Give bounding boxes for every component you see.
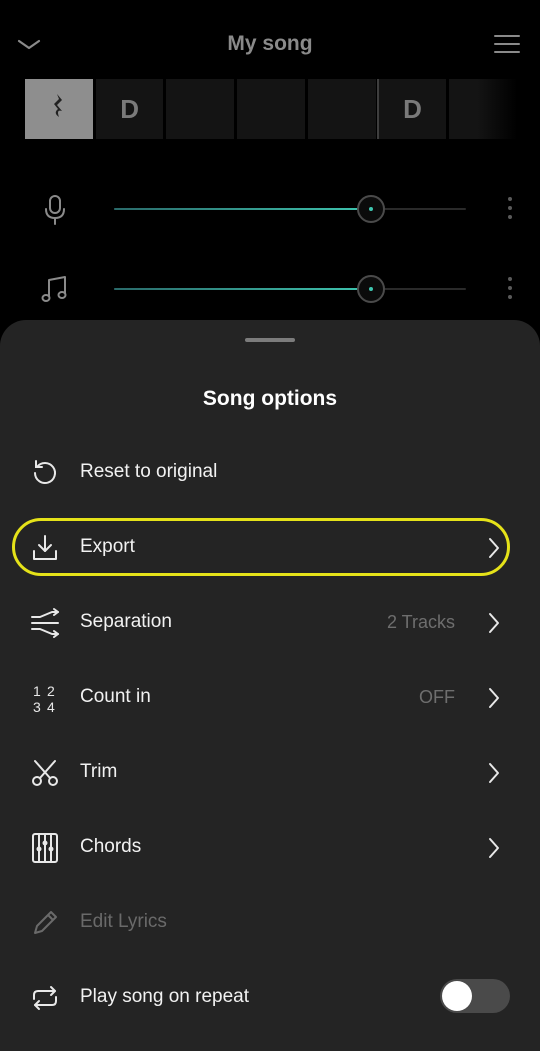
option-edit-lyrics: Edit Lyrics: [0, 892, 540, 954]
more-options-icon[interactable]: [505, 197, 515, 223]
option-label: Reset to original: [80, 461, 218, 482]
option-label: Play song on repeat: [80, 986, 250, 1007]
count-in-digit: 4: [47, 699, 55, 715]
option-reset-to-original[interactable]: Reset to original: [0, 442, 540, 504]
music-note-icon: [38, 273, 72, 307]
music-track-row: [0, 259, 540, 319]
repeat-toggle[interactable]: [440, 979, 510, 1013]
toggle-thumb: [442, 981, 472, 1011]
download-icon: [28, 531, 62, 565]
separation-value: 2 Tracks: [386, 612, 455, 632]
reset-icon: [28, 456, 62, 490]
count-in-icon: 1 2 3 4: [28, 681, 62, 715]
hamburger-menu-icon[interactable]: [492, 30, 522, 60]
chord-grid-icon: [28, 831, 62, 865]
chord-strip[interactable]: D D: [25, 79, 518, 139]
chord-cell-rest[interactable]: [25, 79, 93, 139]
music-slider-knob[interactable]: [357, 275, 385, 303]
option-trim[interactable]: Trim: [0, 742, 540, 804]
chord-cell[interactable]: [307, 79, 376, 139]
vocal-slider-fill: [114, 208, 371, 210]
chevron-right-icon: [484, 536, 504, 560]
option-label: Count in: [80, 686, 151, 707]
pencil-icon: [28, 906, 62, 940]
option-label: Edit Lyrics: [80, 911, 167, 932]
song-options-sheet: Song options Reset to original Export Se…: [0, 320, 540, 1051]
repeat-icon: [28, 981, 62, 1015]
chord-cell[interactable]: [237, 79, 305, 139]
chevron-right-icon: [484, 686, 504, 710]
chord-cell[interactable]: D: [376, 79, 447, 139]
count-in-digit: 3: [33, 699, 41, 715]
sheet-title: Song options: [202, 387, 338, 410]
option-label: Chords: [80, 836, 142, 857]
option-count-in[interactable]: 1 2 3 4 Count in OFF: [0, 667, 540, 729]
option-label: Separation: [80, 611, 172, 632]
option-label: Trim: [80, 761, 118, 782]
count-in-digit: 1: [33, 683, 41, 699]
chord-cell[interactable]: [166, 79, 235, 139]
song-title: My song: [227, 32, 313, 55]
vocal-volume-slider[interactable]: [114, 195, 466, 223]
option-export[interactable]: Export: [0, 517, 540, 579]
chord-cell[interactable]: D: [95, 79, 164, 139]
top-bar: My song: [0, 0, 540, 90]
quarter-rest-icon: [51, 92, 67, 127]
option-play-on-repeat: Play song on repeat: [0, 967, 540, 1029]
music-volume-slider[interactable]: [114, 275, 466, 303]
count-in-value: OFF: [419, 687, 455, 707]
music-slider-fill: [114, 288, 371, 290]
more-options-icon[interactable]: [505, 277, 515, 303]
sheet-drag-handle[interactable]: [245, 338, 295, 342]
chevron-right-icon: [484, 836, 504, 860]
microphone-icon: [38, 193, 72, 227]
scissors-icon: [28, 756, 62, 790]
chevron-right-icon: [484, 761, 504, 785]
split-icon: [28, 606, 62, 640]
chevron-right-icon: [484, 611, 504, 635]
option-chords[interactable]: Chords: [0, 817, 540, 879]
strip-fade: [477, 79, 517, 139]
option-label: Export: [80, 536, 135, 557]
vocal-slider-knob[interactable]: [357, 195, 385, 223]
count-in-digit: 2: [47, 683, 55, 699]
option-separation[interactable]: Separation 2 Tracks: [0, 592, 540, 654]
vocal-track-row: [0, 179, 540, 239]
